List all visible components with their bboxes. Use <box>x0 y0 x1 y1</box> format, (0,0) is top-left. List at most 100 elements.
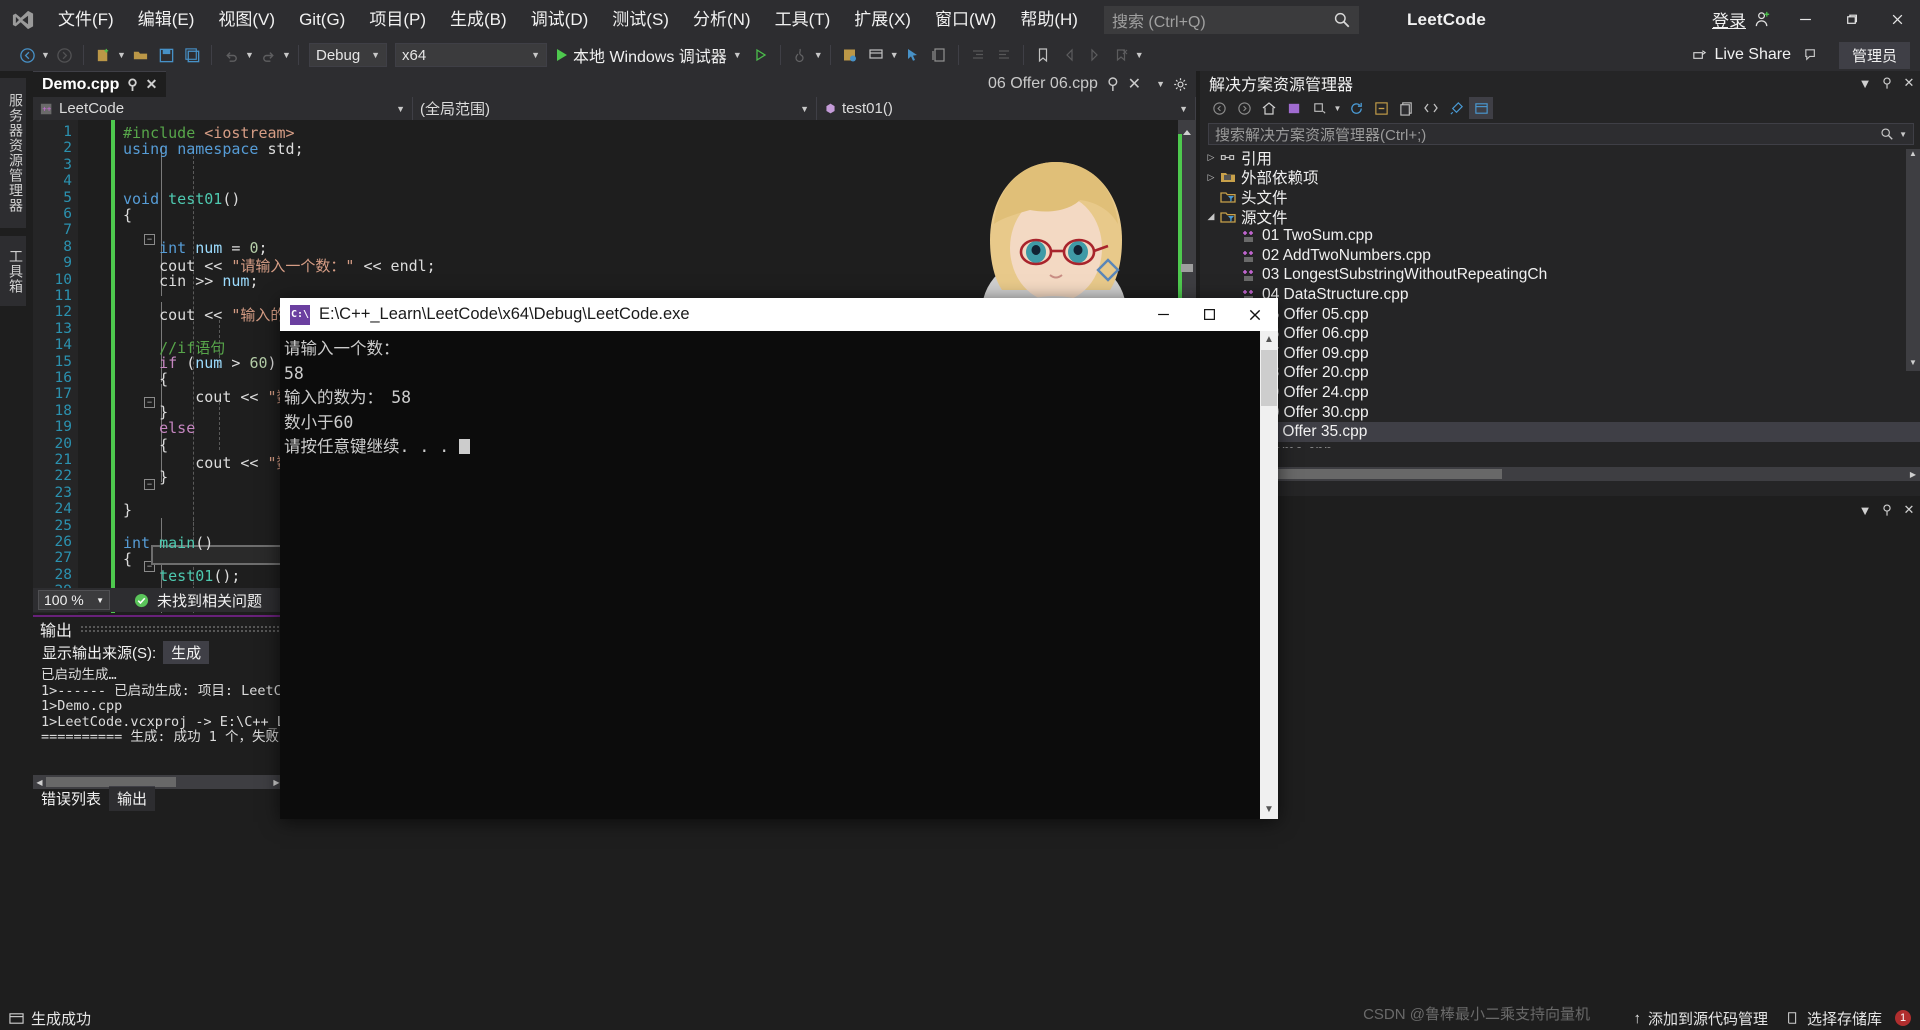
console-scrollbar[interactable]: ▲ ▼ <box>1260 331 1278 819</box>
git-changes-badge[interactable]: 1 <box>1895 1010 1911 1026</box>
tree-item[interactable]: 10 Offer 30.cpp <box>1200 403 1920 423</box>
pending-changes-icon[interactable] <box>1282 97 1306 119</box>
tree-item[interactable]: 07 Offer 09.cpp <box>1200 344 1920 364</box>
scroll-down-arrow-icon[interactable]: ▼ <box>1260 801 1278 819</box>
search-icon[interactable] <box>1880 127 1894 141</box>
tree-item[interactable]: 03 LongestSubstringWithoutRepeatingCh <box>1200 266 1920 286</box>
solution-platform-select[interactable]: x64 ▼ <box>395 43 547 67</box>
console-close-button[interactable] <box>1232 298 1278 331</box>
code-line[interactable]: { <box>123 550 132 568</box>
close-icon[interactable]: ✕ <box>1898 75 1920 91</box>
console-body[interactable]: 请输入一个数： 58 输入的数为： 58 数小于60 请按任意键继续. . . … <box>280 331 1278 819</box>
scroll-up-arrow-icon[interactable]: ▲ <box>1906 149 1920 162</box>
scroll-left-arrow-icon[interactable]: ◀ <box>33 778 46 787</box>
attach-process-icon[interactable] <box>863 42 889 68</box>
scroll-right-arrow-icon[interactable]: ▶ <box>1906 470 1920 479</box>
pin-icon[interactable]: ⚲ <box>1876 502 1898 518</box>
code-line[interactable]: { <box>123 436 168 454</box>
pin-icon[interactable]: ⚲ <box>127 76 137 93</box>
window-close-button[interactable] <box>1874 0 1920 39</box>
zoom-level-select[interactable]: 100 % ▼ <box>38 590 110 610</box>
show-all-files-icon[interactable] <box>1394 97 1418 119</box>
tab-error-list[interactable]: 错误列表 <box>33 787 109 811</box>
build-configuration-select[interactable]: Debug ▼ <box>309 43 387 67</box>
tree-item[interactable]: 02 AddTwoNumbers.cpp <box>1200 246 1920 266</box>
project-select[interactable]: ++ LeetCode ▼ <box>33 97 413 120</box>
console-window[interactable]: C:\ E:\C++_Learn\LeetCode\x64\Debug\Leet… <box>280 298 1278 819</box>
sidebar-tab-toolbox[interactable]: 工具箱 <box>0 236 26 306</box>
home-views-caret-icon[interactable] <box>1307 97 1331 119</box>
menu-view[interactable]: 视图(V) <box>206 0 287 39</box>
console-maximize-button[interactable] <box>1186 298 1232 331</box>
toolbar-overflow-caret-icon[interactable]: ▼ <box>1134 42 1145 68</box>
properties-icon[interactable] <box>1444 97 1468 119</box>
code-line[interactable]: int main() <box>123 534 213 552</box>
search-input[interactable]: 搜索 (Ctrl+Q) <box>1103 5 1359 34</box>
tree-item[interactable]: 头文件 <box>1200 187 1920 207</box>
tree-item[interactable]: ▷ 外部依赖项 <box>1200 168 1920 187</box>
code-line[interactable]: #include <iostream> <box>123 124 295 142</box>
tree-item[interactable]: 09 Offer 24.cpp <box>1200 383 1920 403</box>
menu-git[interactable]: Git(G) <box>287 0 357 39</box>
back-dropdown-caret-icon[interactable]: ▼ <box>40 42 51 68</box>
collapse-all-icon[interactable] <box>1369 97 1393 119</box>
menu-extensions[interactable]: 扩展(X) <box>842 0 923 39</box>
view-code-icon[interactable] <box>1419 97 1443 119</box>
gear-icon[interactable] <box>1173 77 1188 92</box>
code-line[interactable]: using namespace std; <box>123 140 304 158</box>
output-text[interactable]: 已启动生成… 1>------ 已启动生成: 项目: LeetCode, 1>D… <box>33 664 283 746</box>
tree-item[interactable]: 04 DataStructure.cpp <box>1200 285 1920 305</box>
document-tab-demo-cpp[interactable]: Demo.cpp ⚲ ✕ <box>33 71 167 97</box>
code-line[interactable]: else <box>123 419 195 437</box>
source-control-add[interactable]: ↑ 添加到源代码管理 <box>1624 1008 1777 1029</box>
menu-edit[interactable]: 编辑(E) <box>126 0 207 39</box>
attach-caret-icon[interactable]: ▼ <box>889 42 900 68</box>
live-visual-tree-icon[interactable] <box>926 42 952 68</box>
tree-item[interactable]: ◢ 源文件 <box>1200 207 1920 227</box>
solution-explorer-horizontal-scrollbar[interactable]: ▶ <box>1200 467 1920 481</box>
scroll-down-arrow-icon[interactable]: ▼ <box>1906 358 1920 371</box>
solution-explorer-vertical-scrollbar[interactable]: ▲ ▼ <box>1906 149 1920 371</box>
menu-help[interactable]: 帮助(H) <box>1008 0 1090 39</box>
navigate-back-icon[interactable] <box>14 42 40 68</box>
scope-select[interactable]: (全局范围) ▼ <box>413 97 817 120</box>
menu-tools[interactable]: 工具(T) <box>763 0 843 39</box>
start-debugging-button[interactable]: 本地 Windows 调试器 ▼ <box>551 42 748 68</box>
pin-icon-2[interactable]: ⚲ <box>1107 74 1119 94</box>
pin-icon[interactable]: ⚲ <box>1876 75 1898 91</box>
forward-icon[interactable] <box>1232 97 1256 119</box>
tree-item[interactable]: 11 Offer 35.cpp <box>1200 422 1920 442</box>
code-line[interactable]: { <box>123 370 168 388</box>
new-project-caret-icon[interactable]: ▼ <box>116 42 127 68</box>
start-without-debugging-icon[interactable] <box>748 42 774 68</box>
drag-handle[interactable] <box>80 624 283 633</box>
new-project-icon[interactable] <box>90 42 116 68</box>
menu-file[interactable]: 文件(F) <box>46 0 126 39</box>
chevron-down-icon[interactable]: ▼ <box>1899 130 1907 139</box>
tree-item[interactable]: 06 Offer 06.cpp <box>1200 324 1920 344</box>
chevron-collapsed-icon[interactable]: ▷ <box>1204 152 1218 163</box>
menu-test[interactable]: 测试(S) <box>600 0 681 39</box>
menu-window[interactable]: 窗口(W) <box>923 0 1008 39</box>
pane-dropdown-icon[interactable]: ▼ <box>1854 503 1876 518</box>
window-layout-icon[interactable] <box>837 42 863 68</box>
console-title-bar[interactable]: C:\ E:\C++_Learn\LeetCode\x64\Debug\Leet… <box>280 298 1278 331</box>
select-repository[interactable]: 选择存储库 1 <box>1777 1008 1920 1029</box>
menu-build[interactable]: 生成(B) <box>438 0 519 39</box>
window-minimize-button[interactable] <box>1782 0 1828 39</box>
menu-debug[interactable]: 调试(D) <box>519 0 601 39</box>
tab-output[interactable]: 输出 <box>109 786 156 811</box>
tree-item[interactable]: 08 Offer 20.cpp <box>1200 364 1920 384</box>
save-all-icon[interactable] <box>179 42 205 68</box>
preview-selected-items-icon[interactable] <box>1469 97 1493 119</box>
code-line[interactable]: { <box>123 206 132 224</box>
pane-dropdown-icon[interactable]: ▼ <box>1854 76 1876 91</box>
chevron-expanded-icon[interactable]: ◢ <box>1204 211 1218 222</box>
solution-explorer-search-input[interactable]: 搜索解决方案资源管理器(Ctrl+;) ▼ <box>1208 123 1914 145</box>
live-share-button[interactable]: Live Share <box>1683 46 1799 64</box>
save-icon[interactable] <box>153 42 179 68</box>
code-line[interactable]: void test01() <box>123 190 240 208</box>
tab-list-caret-icon[interactable]: ▼ <box>1156 79 1165 89</box>
tree-item[interactable]: 01 TwoSum.cpp <box>1200 226 1920 246</box>
close-icon[interactable]: ✕ <box>146 76 158 93</box>
